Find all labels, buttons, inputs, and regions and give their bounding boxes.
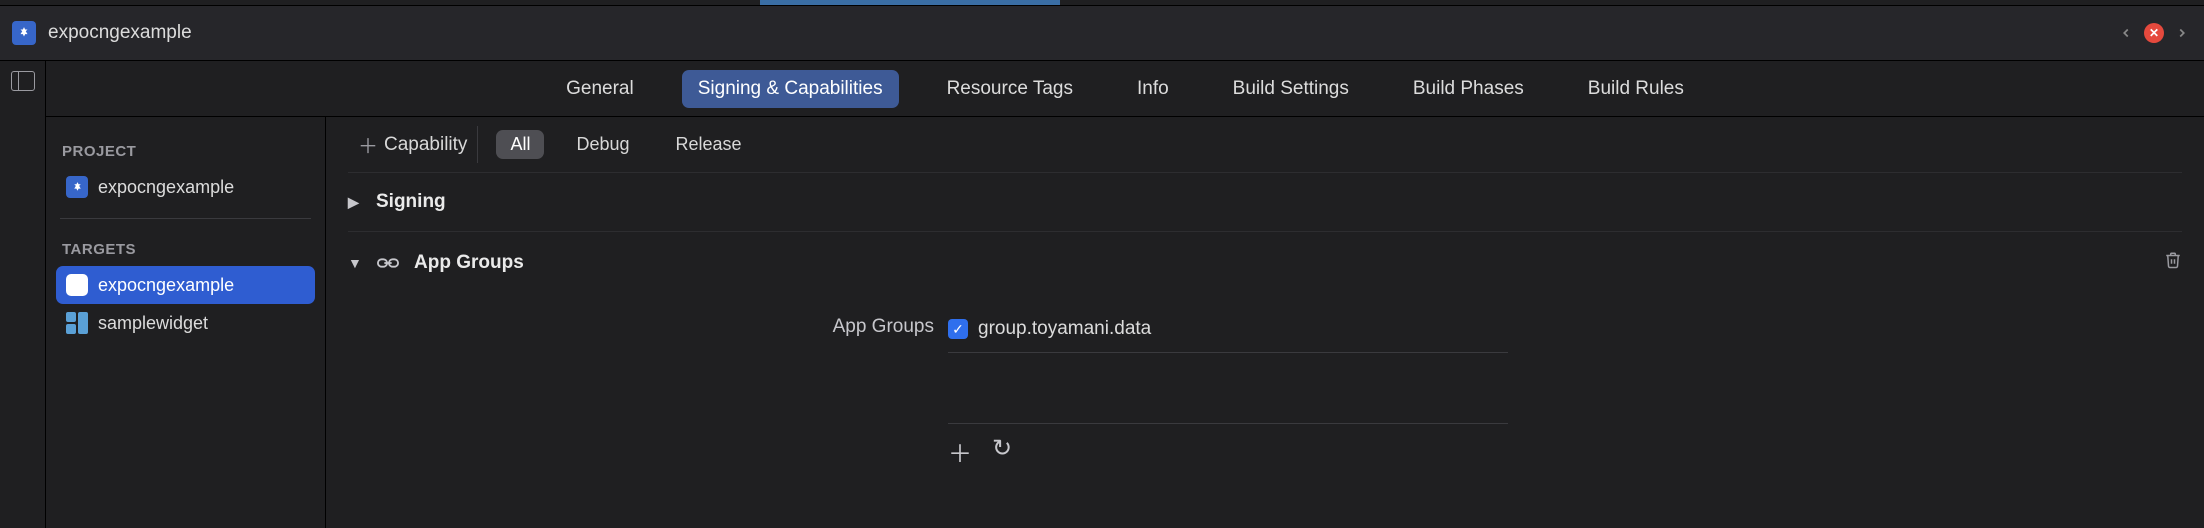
tab-info[interactable]: Info [1121, 70, 1185, 108]
project-header: expocngexample [0, 5, 2204, 61]
app-groups-title: App Groups [414, 252, 524, 274]
project-section-label: PROJECT [56, 133, 315, 168]
app-groups-section: ▼ App Groups App Groups ✓ [348, 232, 2182, 487]
delete-capability-button[interactable] [2164, 250, 2182, 276]
tab-general[interactable]: General [550, 70, 650, 108]
add-capability-label: Capability [384, 134, 467, 156]
app-groups-field-label: App Groups [818, 316, 948, 469]
tab-build-phases[interactable]: Build Phases [1397, 70, 1540, 108]
app-store-icon [12, 21, 36, 45]
link-icon [376, 254, 400, 272]
app-target-icon [66, 274, 88, 296]
refresh-groups-button[interactable]: ↻ [990, 434, 1014, 469]
signing-title: Signing [376, 191, 446, 213]
app-group-row[interactable]: ✓ group.toyamani.data [948, 316, 1508, 353]
editor-tabs: General Signing & Capabilities Resource … [46, 61, 2204, 117]
project-icon [66, 176, 88, 198]
project-title: expocngexample [48, 22, 192, 44]
error-badge-icon[interactable] [2144, 23, 2164, 43]
signing-disclosure[interactable]: ▶ [348, 194, 362, 211]
sidebar-target-name: expocngexample [98, 275, 234, 296]
app-groups-disclosure[interactable]: ▼ [348, 255, 362, 271]
plus-icon: ＋ [358, 130, 378, 159]
tab-build-settings[interactable]: Build Settings [1217, 70, 1365, 108]
sidebar-project-name: expocngexample [98, 177, 234, 198]
toggle-sidebar-button[interactable] [11, 71, 35, 91]
target-sidebar: PROJECT expocngexample TARGETS expocngex… [46, 117, 326, 528]
add-capability-button[interactable]: ＋ Capability [348, 126, 478, 163]
sidebar-target-widget[interactable]: samplewidget [56, 304, 315, 342]
app-group-checkbox[interactable]: ✓ [948, 319, 968, 339]
config-all[interactable]: All [496, 130, 544, 159]
config-release[interactable]: Release [662, 130, 756, 159]
sidebar-project-item[interactable]: expocngexample [56, 168, 315, 206]
tab-build-rules[interactable]: Build Rules [1572, 70, 1700, 108]
tab-signing-capabilities[interactable]: Signing & Capabilities [682, 70, 899, 108]
targets-section-label: TARGETS [56, 231, 315, 266]
tab-resource-tags[interactable]: Resource Tags [931, 70, 1089, 108]
widget-target-icon [66, 312, 88, 334]
signing-section: ▶ Signing [348, 173, 2182, 232]
sidebar-target-app[interactable]: expocngexample [56, 266, 315, 304]
nav-back-button[interactable] [2116, 23, 2136, 43]
sidebar-target-name: samplewidget [98, 313, 208, 334]
nav-forward-button[interactable] [2172, 23, 2192, 43]
add-group-button[interactable]: ＋ [948, 434, 972, 469]
app-group-name: group.toyamani.data [978, 318, 1151, 340]
config-debug[interactable]: Debug [562, 130, 643, 159]
